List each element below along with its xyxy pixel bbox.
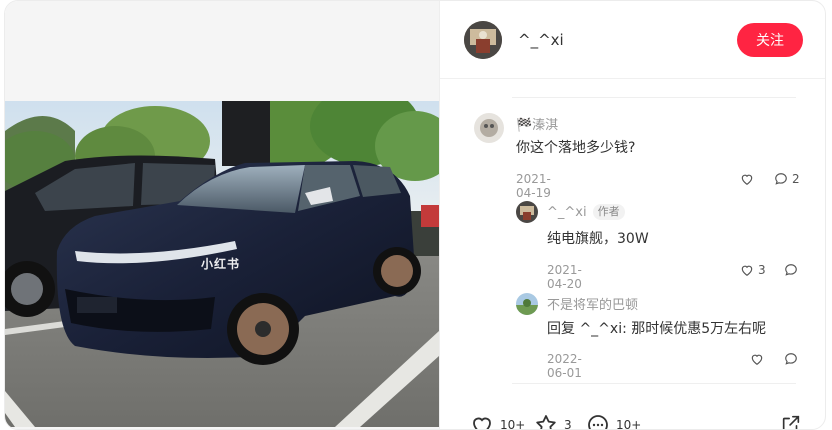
heart-icon	[741, 265, 753, 276]
share-button[interactable]	[780, 413, 802, 429]
engagement-bar: 10+ 3 10+	[440, 401, 825, 430]
author-header: ^_^xi 关注	[440, 1, 825, 79]
author-badge: 作者	[592, 204, 625, 220]
heart-icon	[751, 354, 763, 365]
like-action[interactable]	[750, 352, 764, 366]
author-name[interactable]: ^_^xi	[518, 31, 564, 49]
reply-text: 纯电旗舰，30W	[547, 231, 649, 247]
replier-name-text: ^_^xi	[547, 205, 587, 220]
comment-date: 2021-04-19	[516, 172, 551, 200]
divider	[512, 97, 796, 98]
comment-dots-icon	[588, 415, 608, 429]
media-area: 小红书	[5, 1, 439, 429]
share-icon	[782, 415, 800, 429]
watermark-label: 小红书	[201, 257, 241, 271]
note-card: 小红书 ^_^xi 关注 🏁溱淇 你这个落地多少钱? 2021-04-19 2 …	[4, 0, 826, 430]
replier-name[interactable]: 不是将军的巴顿	[547, 294, 638, 313]
collect-button[interactable]: 3	[534, 413, 572, 430]
comment-text: 你这个落地多少钱?	[516, 140, 636, 156]
like-action[interactable]: 3	[740, 263, 766, 277]
reply-date: 2022-06-01	[547, 352, 582, 380]
star-icon	[536, 415, 556, 429]
reply-action[interactable]	[784, 352, 798, 366]
comment-bubble-icon	[785, 353, 797, 365]
like-count: 3	[758, 263, 766, 277]
comment-bubble-icon	[785, 264, 797, 276]
car-photo[interactable]: 小红书	[5, 101, 439, 427]
replier-name[interactable]: ^_^xi 作者	[547, 204, 625, 220]
replier-avatar[interactable]	[516, 201, 538, 223]
detail-panel: ^_^xi 关注 🏁溱淇 你这个落地多少钱? 2021-04-19 2 ^_^x…	[439, 1, 825, 430]
reply-action[interactable]	[784, 263, 798, 277]
divider	[512, 383, 796, 384]
reply-count: 2	[792, 172, 800, 186]
heart-icon	[473, 417, 491, 429]
reply-action[interactable]: 2	[774, 172, 800, 186]
reply-date: 2021-04-20	[547, 263, 582, 291]
replier-avatar[interactable]	[516, 293, 538, 315]
comment-bubble-icon	[775, 173, 787, 185]
like-total: 10+	[500, 418, 526, 430]
comment-total: 10+	[616, 418, 642, 430]
heart-icon	[741, 174, 753, 185]
commenter-name[interactable]: 🏁溱淇	[516, 114, 558, 133]
reply-text: 回复 ^_^xi: 那时候优惠5万左右呢	[547, 321, 767, 337]
like-action[interactable]	[740, 172, 758, 186]
like-button[interactable]: 10+	[470, 413, 526, 430]
collect-total: 3	[564, 418, 572, 430]
comment-button[interactable]: 10+	[586, 413, 642, 430]
follow-button[interactable]: 关注	[737, 23, 803, 57]
author-avatar[interactable]	[464, 21, 502, 59]
commenter-avatar[interactable]	[474, 113, 504, 143]
